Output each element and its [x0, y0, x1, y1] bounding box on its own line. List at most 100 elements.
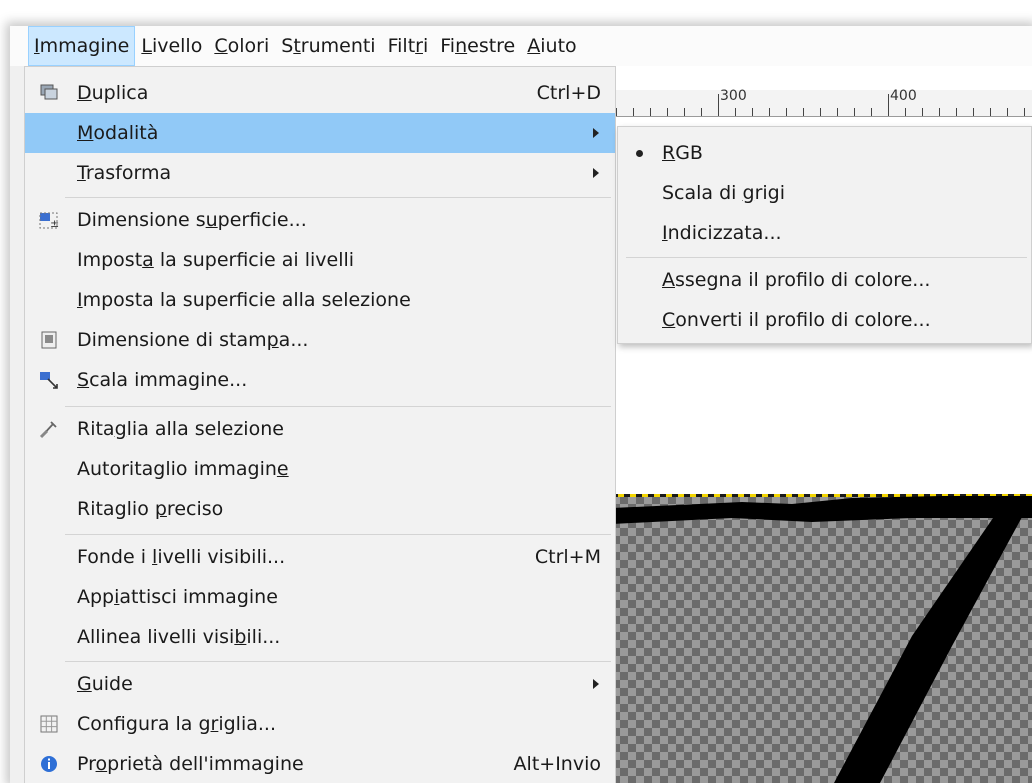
- menu-item-appiattisci[interactable]: Appiattisci immagine: [25, 577, 615, 617]
- menu-item-label: Converti il profilo di colore...: [662, 309, 931, 331]
- ruler-tick: [803, 108, 804, 116]
- menubar-item-livello[interactable]: Livello: [135, 26, 208, 66]
- ruler-tick: [667, 108, 668, 116]
- ruler-tick: [1024, 108, 1025, 116]
- ruler-tick: [718, 94, 719, 116]
- menu-separator: [65, 197, 611, 198]
- submenu-item-rgb[interactable]: RGB: [618, 133, 1031, 173]
- menu-item-label: Ritaglia alla selezione: [77, 418, 284, 440]
- horizontal-ruler: 300 400: [612, 88, 1032, 117]
- ruler-tick: [905, 108, 906, 116]
- ruler-tick: [990, 108, 991, 116]
- menubar-item-finestre[interactable]: Finestre: [434, 26, 521, 66]
- gimp-window: Immagine Livello Colori Strumenti Filtri Fine…: [10, 26, 1032, 783]
- menu-item-label: Assegna il profilo di colore...: [662, 269, 931, 291]
- menubar-item-strumenti[interactable]: Strumenti: [275, 26, 381, 66]
- menu-item-trasforma[interactable]: Trasforma: [25, 153, 615, 193]
- menu-item-label: Indicizzata...: [662, 222, 782, 244]
- menu-item-label: Dimensione superficie...: [77, 209, 307, 231]
- brush-stroke: [612, 496, 1032, 783]
- menubar-item-aiuto[interactable]: Aiuto: [521, 26, 582, 66]
- modalita-submenu: RGB Scala di grigi Indicizzata... Assegna i…: [617, 126, 1032, 344]
- ruler-label: 400: [890, 88, 917, 104]
- menu-item-shortcut: Ctrl+M: [534, 546, 601, 568]
- menu-item-shortcut: Ctrl+D: [536, 82, 601, 104]
- submenu-item-indicizzata[interactable]: Indicizzata...: [618, 213, 1031, 253]
- menu-item-ritaglia-selezione[interactable]: Ritaglia alla selezione: [25, 409, 615, 449]
- menu-item-imposta-superficie-livelli[interactable]: Imposta la superficie ai livelli: [25, 240, 615, 280]
- menu-item-guide[interactable]: Guide: [25, 664, 615, 704]
- ruler-label: 300: [720, 88, 747, 104]
- menu-item-proprieta-immagine[interactable]: Proprietà dell'immagine Alt+Invio: [25, 744, 615, 783]
- menu-item-label: Scala immagine...: [77, 369, 248, 391]
- ruler-tick: [735, 108, 736, 116]
- ruler-tick: [956, 108, 957, 116]
- menu-item-fonde-livelli[interactable]: Fonde i livelli visibili... Ctrl+M: [25, 537, 615, 577]
- ruler-tick: [752, 108, 753, 116]
- menu-item-label: Appiattisci immagine: [77, 586, 278, 608]
- menu-item-ritaglio-preciso[interactable]: Ritaglio preciso: [25, 489, 615, 529]
- menubar-item-immagine[interactable]: Immagine: [28, 26, 136, 66]
- menu-item-dimensione-stampa[interactable]: Dimensione di stampa...: [25, 320, 615, 360]
- menu-item-label: Duplica: [77, 82, 149, 104]
- submenu-item-assegna-profilo[interactable]: Assegna il profilo di colore...: [618, 260, 1031, 300]
- menu-item-label: Guide: [77, 673, 133, 695]
- menu-separator: [65, 534, 611, 535]
- ruler-tick: [633, 108, 634, 116]
- menu-item-imposta-superficie-selezione[interactable]: Imposta la superficie alla selezione: [25, 280, 615, 320]
- ruler-tick: [650, 108, 651, 116]
- ruler-tick: [888, 94, 889, 116]
- submenu-arrow-icon: [593, 128, 599, 138]
- ruler-tick: [684, 108, 685, 116]
- menu-item-label: Fonde i livelli visibili...: [77, 546, 286, 568]
- menubar-item-colori[interactable]: Colori: [208, 26, 275, 66]
- submenu-arrow-icon: [593, 679, 599, 689]
- duplicate-icon: [39, 83, 59, 103]
- submenu-arrow-icon: [593, 168, 599, 178]
- menubar-item-filtri[interactable]: Filtri: [382, 26, 435, 66]
- menu-item-shortcut: Alt+Invio: [513, 753, 601, 775]
- menu-item-label: Imposta la superficie alla selezione: [77, 289, 411, 311]
- ruler-tick: [616, 108, 617, 116]
- print-size-icon: [39, 330, 59, 350]
- menu-item-label: Ritaglio preciso: [77, 498, 224, 520]
- menu-item-autoritaglio[interactable]: Autoritaglio immagine: [25, 449, 615, 489]
- grid-icon: [39, 714, 59, 734]
- ruler-tick: [769, 108, 770, 116]
- svg-text:±: ±: [50, 217, 59, 230]
- image-menu: Duplica Ctrl+D Modalità Trasforma ± Dimension…: [24, 66, 616, 783]
- menu-item-dimensione-superficie[interactable]: ± Dimensione superficie...: [25, 200, 615, 240]
- menu-item-modalita[interactable]: Modalità: [25, 113, 615, 153]
- ruler-tick: [1007, 108, 1008, 116]
- canvas-size-icon: ±: [39, 210, 59, 230]
- ruler-tick: [922, 108, 923, 116]
- radio-bullet-icon: [636, 150, 643, 157]
- menu-separator: [65, 406, 611, 407]
- ruler-tick: [837, 108, 838, 116]
- menu-item-allinea-livelli[interactable]: Allinea livelli visibili...: [25, 617, 615, 657]
- scale-image-icon: [39, 370, 59, 390]
- menu-item-label: Autoritaglio immagine: [77, 458, 289, 480]
- ruler-tick: [871, 108, 872, 116]
- info-icon: [39, 754, 59, 774]
- crop-icon: [39, 419, 59, 439]
- ruler-tick: [701, 108, 702, 116]
- menu-item-label: RGB: [662, 142, 703, 164]
- ruler-tick: [786, 108, 787, 116]
- submenu-item-converti-profilo[interactable]: Converti il profilo di colore...: [618, 300, 1031, 340]
- ruler-tick: [854, 108, 855, 116]
- ruler-tick: [939, 108, 940, 116]
- menu-item-label: Imposta la superficie ai livelli: [77, 249, 355, 271]
- menu-item-label: Dimensione di stampa...: [77, 329, 309, 351]
- submenu-item-scala-grigi[interactable]: Scala di grigi: [618, 173, 1031, 213]
- menu-item-duplica[interactable]: Duplica Ctrl+D: [25, 73, 615, 113]
- menu-item-scala-immagine[interactable]: Scala immagine...: [25, 360, 615, 400]
- menu-item-label: Trasforma: [77, 162, 172, 184]
- menu-item-label: Configura la griglia...: [77, 713, 277, 735]
- ruler-tick: [820, 108, 821, 116]
- menu-item-label: Scala di grigi: [662, 182, 785, 204]
- menubar: Immagine Livello Colori Strumenti Filtri Fine…: [10, 26, 1032, 66]
- menu-separator: [65, 661, 611, 662]
- ruler-tick: [973, 108, 974, 116]
- menu-item-configura-griglia[interactable]: Configura la griglia...: [25, 704, 615, 744]
